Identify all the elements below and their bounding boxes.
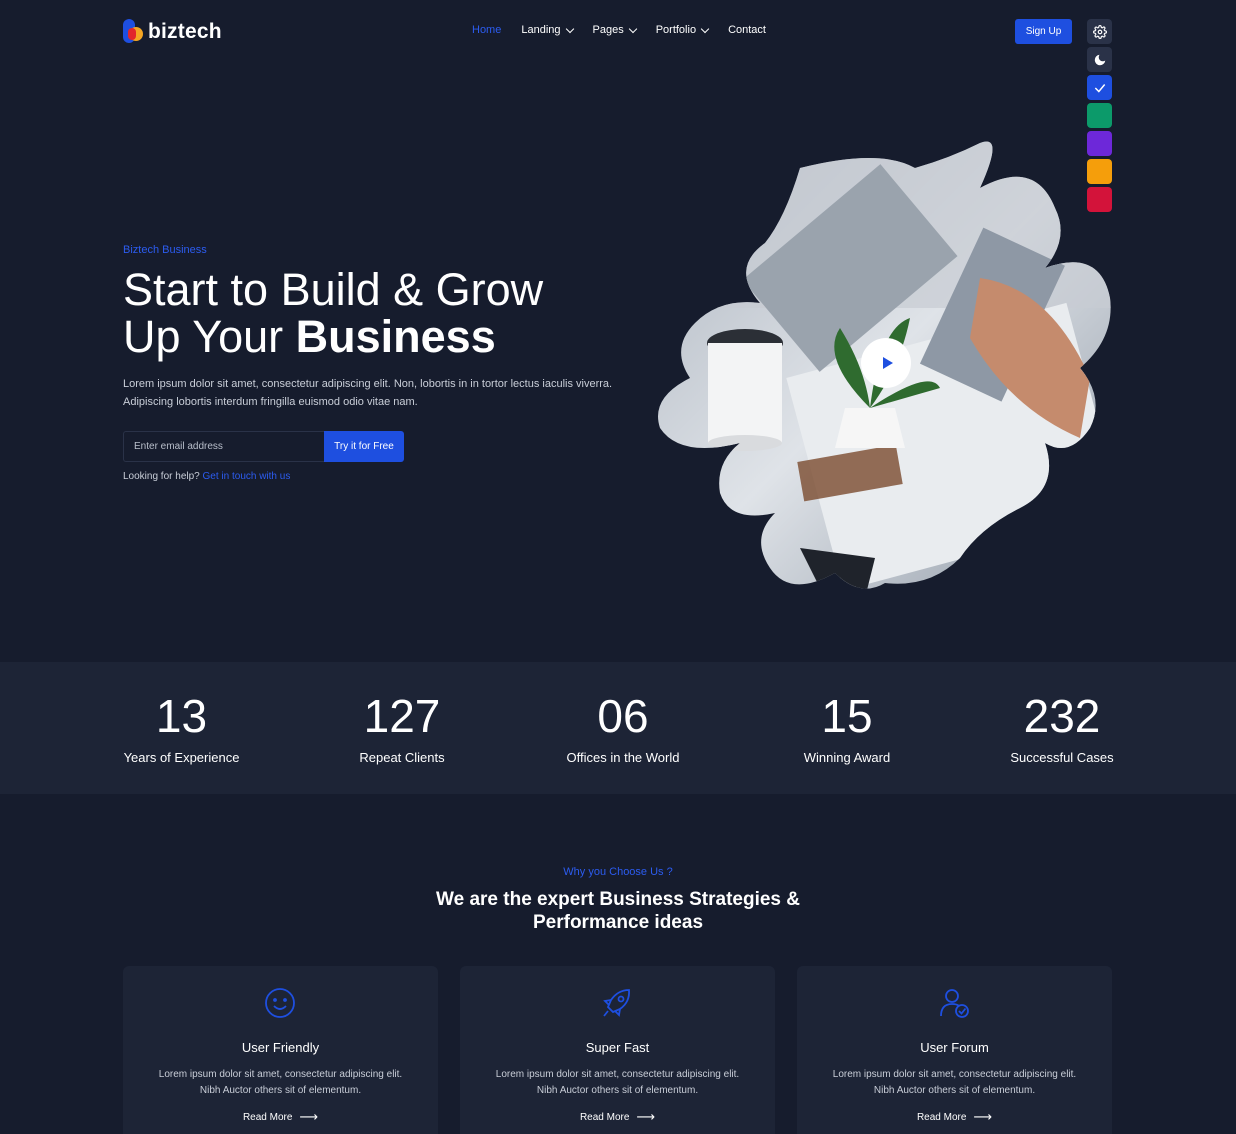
help-text: Looking for help? Get in touch with us [123, 471, 290, 482]
logo-text: biztech [148, 20, 222, 43]
nav-item-landing[interactable]: Landing [521, 24, 574, 36]
stat-item: 232 Successful Cases [1010, 688, 1114, 765]
chevron-down-icon [700, 24, 710, 33]
read-more-label: Read More [579, 1111, 630, 1123]
nav-item-home[interactable]: Home [472, 24, 501, 36]
read-more-link[interactable]: Read More ⟶ [123, 1109, 438, 1125]
nav-label: Portfolio [655, 24, 697, 36]
contact-link[interactable]: Get in touch with us [203, 471, 291, 482]
why-title: We are the expert Business Strategies & … [418, 888, 818, 934]
play-icon [882, 357, 893, 369]
why-eyebrow: Why you Choose Us ? [563, 866, 673, 878]
feature-title: User Forum [920, 1040, 989, 1055]
hero-eyebrow: Biztech Business [123, 244, 207, 256]
stat-label: Repeat Clients [359, 750, 445, 765]
main-nav: Home Landing Pages Portfolio Contact [472, 24, 786, 36]
chevron-down-icon [628, 24, 637, 33]
moon-icon [1094, 54, 1105, 65]
stat-label: Winning Award [803, 750, 891, 765]
stat-label: Successful Cases [1010, 750, 1114, 765]
nav-label: Pages [592, 24, 624, 36]
stat-value: 232 [1023, 690, 1101, 742]
hero-title-line2: Up Your [123, 311, 296, 362]
signup-form: Try it for Free [123, 431, 404, 462]
nav-label: Contact [728, 24, 766, 36]
check-icon [1094, 83, 1105, 93]
feature-description: Lorem ipsum dolor sit amet, consectetur … [158, 1069, 403, 1096]
arrow-right-icon: ⟶ [299, 1109, 319, 1124]
stats-bar: 13 Years of Experience 127 Repeat Client… [0, 662, 1236, 794]
read-more-link[interactable]: Read More ⟶ [797, 1109, 1112, 1125]
feature-description: Lorem ipsum dolor sit amet, consectetur … [832, 1069, 1077, 1096]
nav-item-portfolio[interactable]: Portfolio [655, 24, 710, 36]
theme-color-blue[interactable] [1087, 75, 1112, 100]
logo-mark-icon [123, 19, 145, 45]
stat-item: 13 Years of Experience [123, 688, 240, 765]
email-input[interactable] [123, 431, 324, 462]
stat-label: Offices in the World [566, 750, 680, 765]
try-free-button[interactable]: Try it for Free [324, 431, 404, 462]
site-header: biztech Home Landing Pages Portfolio Con… [0, 0, 1236, 64]
stat-value: 13 [155, 690, 208, 742]
dark-mode-toggle[interactable] [1087, 47, 1112, 72]
hero-title-line1: Start to Build & Grow [123, 264, 544, 315]
read-more-link[interactable]: Read More ⟶ [460, 1109, 775, 1125]
hero-title: Start to Build & Grow Up Your Business [123, 266, 643, 360]
why-title-regular: We are the expert [436, 889, 600, 910]
settings-button[interactable] [1087, 19, 1112, 44]
feature-card-user-forum: User Forum Lorem ipsum dolor sit amet, c… [797, 966, 1112, 1134]
user-check-icon [940, 989, 969, 1018]
arrow-right-icon: ⟶ [973, 1109, 993, 1124]
nav-item-contact[interactable]: Contact [728, 24, 766, 36]
stat-value: 127 [363, 690, 441, 742]
stat-label: Years of Experience [123, 750, 240, 765]
feature-description: Lorem ipsum dolor sit amet, consectetur … [495, 1069, 740, 1096]
feature-card-user-friendly: User Friendly Lorem ipsum dolor sit amet… [123, 966, 438, 1134]
help-label: Looking for help? [123, 471, 200, 482]
gear-icon [1092, 24, 1107, 39]
nav-item-pages[interactable]: Pages [592, 24, 637, 36]
nav-label: Landing [521, 24, 561, 36]
stat-item: 15 Winning Award [797, 688, 897, 765]
feature-title: Super Fast [585, 1040, 650, 1055]
logo[interactable]: biztech [123, 19, 222, 45]
stat-value: 06 [597, 690, 649, 742]
chevron-down-icon [565, 24, 574, 33]
arrow-right-icon: ⟶ [636, 1109, 656, 1124]
sign-up-button[interactable]: Sign Up [1015, 19, 1072, 44]
hero-title-bold: Business [295, 311, 496, 362]
smile-icon [265, 988, 295, 1018]
hero-description: Lorem ipsum dolor sit amet, consectetur … [123, 378, 613, 408]
play-video-button[interactable] [861, 338, 911, 388]
stat-item: 127 Repeat Clients [352, 688, 452, 765]
theme-color-green[interactable] [1087, 103, 1112, 128]
feature-title: User Friendly [241, 1040, 320, 1055]
stat-value: 15 [821, 690, 873, 742]
nav-label: Home [472, 24, 502, 36]
read-more-label: Read More [242, 1111, 293, 1123]
rocket-icon [603, 989, 630, 1017]
stat-item: 06 Offices in the World [563, 688, 683, 765]
feature-card-super-fast: Super Fast Lorem ipsum dolor sit amet, c… [460, 966, 775, 1134]
read-more-label: Read More [916, 1111, 967, 1123]
